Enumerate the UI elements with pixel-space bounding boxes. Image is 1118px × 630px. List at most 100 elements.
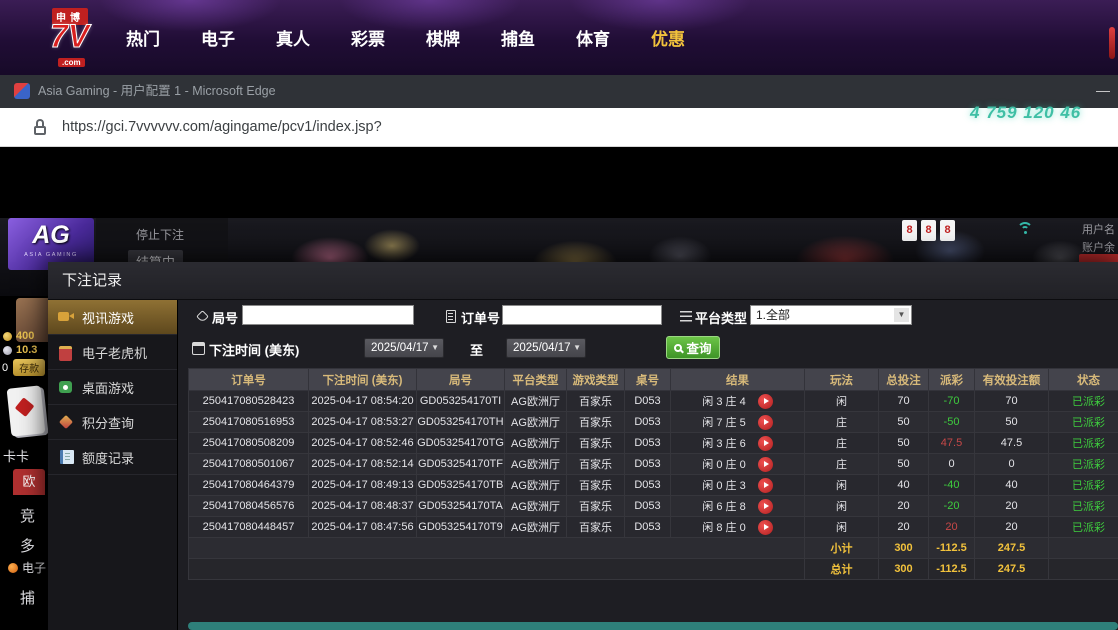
round-label: 局号 bbox=[212, 308, 238, 327]
bet-time-cell: 2025-04-17 08:48:37 bbox=[309, 496, 417, 517]
rail-item-kaka[interactable]: 卡卡 bbox=[3, 446, 29, 465]
payout-cell: 0 bbox=[929, 454, 975, 475]
result-cell: 闲 6 庄 8 bbox=[671, 496, 805, 517]
tag-icon bbox=[196, 310, 209, 323]
query-button[interactable]: 查询 bbox=[666, 336, 720, 359]
status-cell: 已派彩 bbox=[1049, 391, 1118, 412]
rail-item-bu[interactable]: 捕 bbox=[20, 587, 35, 608]
bet-time-cell: 2025-04-17 08:52:46 bbox=[309, 433, 417, 454]
nav-item[interactable]: 棋牌 bbox=[426, 25, 460, 50]
nav-item[interactable]: 彩票 bbox=[351, 25, 385, 50]
deposit-button[interactable]: 存款 bbox=[13, 359, 45, 376]
logo-sub-text: .com bbox=[58, 58, 85, 67]
game-type-cell: 百家乐 bbox=[567, 391, 625, 412]
play-type-cell: 闲 bbox=[805, 496, 879, 517]
replay-button[interactable] bbox=[758, 394, 773, 409]
table-header-cell: 平台类型 bbox=[505, 369, 567, 391]
calendar-icon bbox=[192, 342, 205, 355]
result-text: 闲 6 庄 8 bbox=[702, 498, 745, 514]
table-header-cell: 下注时间 (美东) bbox=[309, 369, 417, 391]
edge-titlebar: Asia Gaming - 用户配置 1 - Microsoft Edge — bbox=[0, 75, 1118, 108]
round-id-cell: GD053254170TA bbox=[417, 496, 505, 517]
valid-bet-cell: 50 bbox=[975, 412, 1049, 433]
logo-main-text: 7V bbox=[50, 18, 89, 55]
rail-tab-eu[interactable]: 欧 bbox=[13, 469, 45, 495]
nav-item[interactable]: 捕鱼 bbox=[501, 25, 535, 50]
rail-item-jing[interactable]: 竞 bbox=[20, 505, 35, 526]
nav-item[interactable]: 热门 bbox=[126, 25, 160, 50]
status-cell: 已派彩 bbox=[1049, 433, 1118, 454]
horizontal-scrollbar[interactable] bbox=[188, 622, 1118, 630]
order-input[interactable] bbox=[502, 305, 662, 325]
nav-item[interactable]: 体育 bbox=[576, 25, 610, 50]
replay-button[interactable] bbox=[758, 436, 773, 451]
status-cell: 已派彩 bbox=[1049, 475, 1118, 496]
site-logo[interactable]: 申博 7V .com bbox=[44, 6, 116, 70]
order-id-cell: 250417080508209 bbox=[189, 433, 309, 454]
game-type-cell: 百家乐 bbox=[567, 454, 625, 475]
table-row: 250417080508209 2025-04-17 08:52:46 GD05… bbox=[189, 433, 1118, 454]
menu-item[interactable]: 积分查询 bbox=[48, 405, 177, 440]
round-id-cell: GD053254170TH bbox=[417, 412, 505, 433]
result-text: 闲 0 庄 0 bbox=[702, 456, 745, 472]
payout-cell: 47.5 bbox=[929, 433, 975, 454]
total-bet-cell: 40 bbox=[879, 475, 929, 496]
ag-logo-text: AG bbox=[8, 218, 94, 252]
bet-records-modal: 下注记录 视讯游戏 电子老虎机 桌面游戏 积分查询 bbox=[48, 262, 1118, 630]
round-id-cell: GD053254170TB bbox=[417, 475, 505, 496]
minimize-button[interactable]: — bbox=[1088, 75, 1118, 108]
url-text[interactable]: https://gci.7vvvvvv.com/agingame/pcv1/in… bbox=[62, 108, 382, 147]
order-id-cell: 250417080501067 bbox=[189, 454, 309, 475]
round-id-cell: GD053254170TF bbox=[417, 454, 505, 475]
total-bet-cell: 70 bbox=[879, 391, 929, 412]
table-header-row: 订单号下注时间 (美东)局号平台类型游戏类型桌号结果玩法总投注派彩有效投注额状态 bbox=[189, 369, 1118, 391]
menu-item[interactable]: 视讯游戏 bbox=[48, 300, 177, 335]
slot-dot-icon bbox=[8, 563, 18, 573]
round-input[interactable] bbox=[242, 305, 414, 325]
menu-item[interactable]: 电子老虎机 bbox=[48, 335, 177, 370]
modal-header: 下注记录 bbox=[48, 262, 1118, 300]
platform-cell: AG欧洲厅 bbox=[505, 454, 567, 475]
round-id-cell: GD053254170TI bbox=[417, 391, 505, 412]
rail-item-duo[interactable]: 多 bbox=[20, 535, 35, 556]
result-text: 闲 3 庄 6 bbox=[702, 435, 745, 451]
bet-records-table: 订单号下注时间 (美东)局号平台类型游戏类型桌号结果玩法总投注派彩有效投注额状态… bbox=[188, 368, 1118, 580]
menu-item-label: 桌面游戏 bbox=[82, 378, 134, 397]
nav-item[interactable]: 优惠 bbox=[651, 25, 685, 50]
total-bet-cell: 50 bbox=[879, 412, 929, 433]
date-from-dropdown[interactable]: 2025/04/17 ▼ bbox=[364, 338, 444, 358]
total-payout: -112.5 bbox=[929, 559, 975, 580]
valid-bet-cell: 47.5 bbox=[975, 433, 1049, 454]
platform-select[interactable]: 1.全部 ▼ bbox=[750, 305, 912, 325]
menu-item[interactable]: 额度记录 bbox=[48, 440, 177, 475]
order-id-cell: 250417080464379 bbox=[189, 475, 309, 496]
total-bet-cell: 50 bbox=[879, 433, 929, 454]
rail-item-dianzi[interactable]: 电子 bbox=[8, 559, 46, 576]
valid-bet-cell: 20 bbox=[975, 517, 1049, 538]
replay-button[interactable] bbox=[758, 415, 773, 430]
platform-cell: AG欧洲厅 bbox=[505, 433, 567, 454]
modal-menu: 视讯游戏 电子老虎机 桌面游戏 积分查询 额度记录 bbox=[48, 300, 178, 630]
result-cell: 闲 7 庄 5 bbox=[671, 412, 805, 433]
play-type-cell: 闲 bbox=[805, 391, 879, 412]
result-cell: 闲 0 庄 0 bbox=[671, 454, 805, 475]
poker-cards-image[interactable] bbox=[7, 385, 46, 436]
menu-item-label: 额度记录 bbox=[82, 448, 134, 467]
menu-item[interactable]: 桌面游戏 bbox=[48, 370, 177, 405]
replay-button[interactable] bbox=[758, 457, 773, 472]
date-to-dropdown[interactable]: 2025/04/17 ▼ bbox=[506, 338, 586, 358]
nav-item[interactable]: 电子 bbox=[201, 25, 235, 50]
replay-button[interactable] bbox=[758, 520, 773, 535]
bet-time-cell: 2025-04-17 08:47:56 bbox=[309, 517, 417, 538]
lock-icon[interactable] bbox=[33, 119, 47, 136]
table-header-cell: 总投注 bbox=[879, 369, 929, 391]
site-favicon-icon bbox=[14, 83, 30, 99]
nav-item[interactable]: 真人 bbox=[276, 25, 310, 50]
game-type-cell: 百家乐 bbox=[567, 496, 625, 517]
bet-time-label: 下注时间 (美东) bbox=[209, 340, 299, 359]
mini-card: 8 bbox=[940, 220, 955, 241]
replay-button[interactable] bbox=[758, 499, 773, 514]
subtotal-status-spacer bbox=[1049, 538, 1118, 559]
subtotal-spacer bbox=[189, 538, 805, 559]
replay-button[interactable] bbox=[758, 478, 773, 493]
